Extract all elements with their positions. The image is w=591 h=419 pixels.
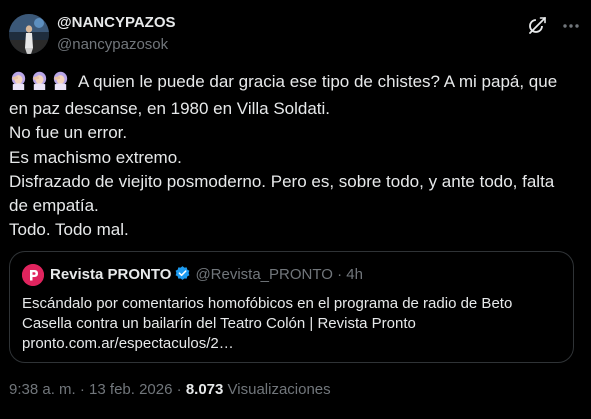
- author-handle[interactable]: @nancypazosok: [57, 35, 176, 55]
- verified-badge-icon: [176, 266, 190, 280]
- quoted-author-handle[interactable]: @Revista_PRONTO: [195, 266, 332, 283]
- author-display-name[interactable]: @NANCYPAZOS: [57, 13, 176, 33]
- author-block: @NANCYPAZOS @nancypazosok: [57, 13, 176, 55]
- tweet-line: A quien le puede dar gracia ese tipo de …: [9, 70, 581, 97]
- tweet: @NANCYPAZOS @nancypazosok A quien le pue…: [0, 0, 591, 419]
- tweet-line: en paz descanse, en 1980 en Villa Soldat…: [9, 99, 331, 119]
- tweet-date[interactable]: 13 feb. 2026: [89, 381, 172, 398]
- woman-facepalming-emoji: [32, 71, 47, 90]
- tweet-line: No fue un error.: [9, 123, 128, 143]
- tweet-line: de empatía.: [9, 196, 99, 216]
- meta-separator: ·: [176, 381, 182, 398]
- quoted-author-name[interactable]: Revista PRONTO: [50, 266, 171, 283]
- grok-icon[interactable]: [527, 15, 547, 35]
- tweet-time[interactable]: 9:38 a. m.: [9, 381, 76, 398]
- woman-facepalming-emoji: [53, 71, 68, 90]
- quoted-tweet-text: Escándalo por comentarios homofóbicos en…: [22, 294, 562, 354]
- avatar-image: [9, 14, 49, 54]
- quoted-line: Escándalo por comentarios homofóbicos en…: [22, 295, 513, 312]
- quoted-link[interactable]: pronto.com.ar/espectaculos/2…: [22, 334, 562, 354]
- woman-facepalming-emoji: [11, 71, 26, 90]
- quoted-tweet[interactable]: Revista PRONTO @Revista_PRONTO · 4h Escán…: [9, 251, 574, 363]
- quoted-line: Casella contra un bailarín del Teatro Co…: [22, 315, 416, 332]
- facepalm-emojis: [9, 71, 72, 97]
- more-options-icon[interactable]: [560, 15, 582, 37]
- views-count: 8.073: [185, 381, 224, 398]
- quoted-tweet-header: Revista PRONTO @Revista_PRONTO · 4h: [50, 265, 363, 285]
- tweet-meta: 9:38 a. m. · 13 feb. 2026 · 8.073 Visual…: [9, 380, 331, 400]
- quoted-separator: ·: [337, 266, 343, 283]
- tweet-line-text: A quien le puede dar gracia ese tipo de …: [78, 72, 558, 91]
- views-label: Visualizaciones: [227, 381, 331, 398]
- quoted-timestamp[interactable]: 4h: [346, 266, 363, 283]
- tweet-text: A quien le puede dar gracia ese tipo de …: [9, 70, 581, 242]
- tweet-line: Disfrazado de viejito posmoderno. Pero e…: [9, 171, 555, 191]
- tweet-line: Todo. Todo mal.: [9, 220, 129, 240]
- pronto-logo[interactable]: [22, 264, 44, 286]
- avatar[interactable]: [9, 14, 49, 54]
- meta-separator: ·: [79, 381, 85, 398]
- tweet-line: Es machismo extremo.: [9, 147, 182, 167]
